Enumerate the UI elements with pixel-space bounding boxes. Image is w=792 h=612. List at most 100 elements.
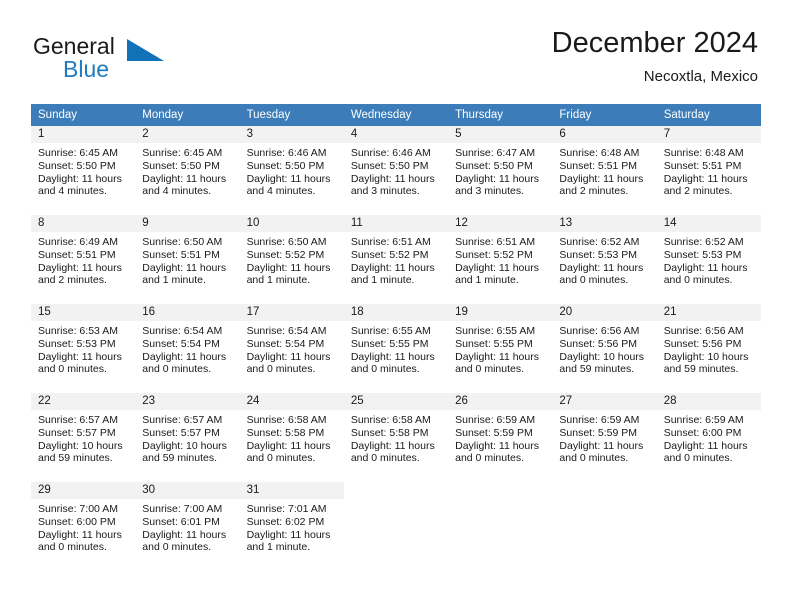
day-cell[interactable]: 13 Sunrise: 6:52 AM Sunset: 5:53 PM Dayligh… xyxy=(552,215,657,294)
day-cell[interactable]: 8 Sunrise: 6:49 AM Sunset: 5:51 PM Daylight… xyxy=(31,215,136,294)
daylight-text-line2: and 3 minutes. xyxy=(455,185,525,198)
daylight-text-line1: Daylight: 10 hours xyxy=(559,350,645,363)
day-cell[interactable]: 4 Sunrise: 6:46 AM Sunset: 5:50 PM Daylight… xyxy=(343,126,449,205)
sunset-text: Sunset: 5:55 PM xyxy=(350,337,429,350)
day-cell[interactable]: 10 Sunrise: 6:50 AM Sunset: 5:52 PM Dayligh… xyxy=(239,215,344,294)
weekday-header-saturday: Saturday xyxy=(656,104,761,126)
sunrise-text: Sunrise: 6:46 AM xyxy=(350,147,431,159)
sunrise-text: Sunrise: 6:58 AM xyxy=(246,414,327,426)
sunrise-text: Sunrise: 6:47 AM xyxy=(455,147,536,159)
day-number: 29 xyxy=(31,482,136,499)
sunset-text: Sunset: 5:57 PM xyxy=(142,426,220,439)
sunrise-text: Sunrise: 6:58 AM xyxy=(350,414,431,426)
sunrise-text: Sunrise: 7:00 AM xyxy=(142,503,223,515)
sunrise-text: Sunrise: 6:49 AM xyxy=(38,236,118,248)
sunset-text: Sunset: 5:58 PM xyxy=(350,426,429,439)
day-cell[interactable]: 9 Sunrise: 6:50 AM Sunset: 5:51 PM Daylight… xyxy=(135,215,240,294)
day-cell-empty xyxy=(656,482,761,561)
day-cell[interactable]: 14 Sunrise: 6:52 AM Sunset: 5:53 PM Dayligh… xyxy=(656,215,761,294)
daylight-text-line1: Daylight: 11 hours xyxy=(142,172,227,185)
weekday-header-sunday: Sunday xyxy=(31,104,136,126)
sunrise-text: Sunrise: 6:57 AM xyxy=(38,414,118,426)
day-number: 26 xyxy=(448,393,553,410)
day-cell[interactable]: 31 Sunrise: 7:01 AM Sunset: 6:02 PM Dayligh… xyxy=(239,482,344,561)
day-number: 12 xyxy=(448,215,553,232)
day-cell[interactable]: 22 Sunrise: 6:57 AM Sunset: 5:57 PM Dayligh… xyxy=(31,393,136,472)
day-number xyxy=(448,482,553,499)
daylight-text-line1: Daylight: 11 hours xyxy=(455,350,539,363)
day-cell[interactable]: 20 Sunrise: 6:56 AM Sunset: 5:56 PM Dayligh… xyxy=(552,304,657,383)
day-cell[interactable]: 5 Sunrise: 6:47 AM Sunset: 5:50 PM Daylight… xyxy=(448,126,553,205)
sunset-text: Sunset: 5:55 PM xyxy=(455,337,533,350)
sunrise-text: Sunrise: 6:53 AM xyxy=(38,325,118,337)
day-number: 24 xyxy=(239,393,344,410)
daylight-text-line1: Daylight: 11 hours xyxy=(663,439,748,452)
daylight-text-line1: Daylight: 11 hours xyxy=(246,172,331,185)
day-cell[interactable]: 2 Sunrise: 6:45 AM Sunset: 5:50 PM Daylight… xyxy=(135,126,240,205)
sunset-text: Sunset: 5:59 PM xyxy=(455,426,533,439)
daylight-text-line1: Daylight: 11 hours xyxy=(559,172,644,185)
day-cell[interactable]: 27 Sunrise: 6:59 AM Sunset: 5:59 PM Dayligh… xyxy=(552,393,657,472)
general-blue-logo[interactable]: General Blue xyxy=(33,33,183,85)
calendar-week-row: 22 Sunrise: 6:57 AM Sunset: 5:57 PM Dayligh… xyxy=(31,393,761,472)
daylight-text-line2: and 0 minutes. xyxy=(350,363,420,376)
daylight-text-line1: Daylight: 11 hours xyxy=(38,350,122,363)
sunset-text: Sunset: 5:53 PM xyxy=(559,248,638,261)
day-cell[interactable]: 18 Sunrise: 6:55 AM Sunset: 5:55 PM Dayligh… xyxy=(343,304,449,383)
sunset-text: Sunset: 5:50 PM xyxy=(142,159,220,172)
day-cell[interactable]: 11 Sunrise: 6:51 AM Sunset: 5:52 PM Dayligh… xyxy=(343,215,449,294)
daylight-text-line2: and 59 minutes. xyxy=(142,452,217,465)
day-cell[interactable]: 16 Sunrise: 6:54 AM Sunset: 5:54 PM Dayligh… xyxy=(135,304,240,383)
title-block: December 2024 Necoxtla, Mexico xyxy=(552,26,758,88)
day-number: 23 xyxy=(135,393,240,410)
daylight-text-line2: and 4 minutes. xyxy=(142,185,212,198)
day-cell[interactable]: 3 Sunrise: 6:46 AM Sunset: 5:50 PM Daylight… xyxy=(239,126,344,205)
sunset-text: Sunset: 5:50 PM xyxy=(246,159,325,172)
day-cell[interactable]: 19 Sunrise: 6:55 AM Sunset: 5:55 PM Dayligh… xyxy=(448,304,553,383)
daylight-text-line1: Daylight: 10 hours xyxy=(38,439,123,452)
day-cell[interactable]: 12 Sunrise: 6:51 AM Sunset: 5:52 PM Dayligh… xyxy=(448,215,553,294)
day-number: 16 xyxy=(135,304,240,321)
day-cell[interactable]: 26 Sunrise: 6:59 AM Sunset: 5:59 PM Dayligh… xyxy=(448,393,553,472)
day-number xyxy=(656,482,761,499)
sunset-text: Sunset: 5:54 PM xyxy=(246,337,325,350)
day-cell[interactable]: 28 Sunrise: 6:59 AM Sunset: 6:00 PM Dayligh… xyxy=(656,393,761,472)
day-cell[interactable]: 17 Sunrise: 6:54 AM Sunset: 5:54 PM Dayligh… xyxy=(239,304,344,383)
sunrise-text: Sunrise: 6:46 AM xyxy=(246,147,327,159)
daylight-text-line2: and 1 minute. xyxy=(246,541,311,554)
sunrise-text: Sunrise: 6:54 AM xyxy=(142,325,223,337)
sunset-text: Sunset: 5:51 PM xyxy=(142,248,220,261)
day-cell[interactable]: 21 Sunrise: 6:56 AM Sunset: 5:56 PM Dayligh… xyxy=(656,304,761,383)
day-cell[interactable]: 6 Sunrise: 6:48 AM Sunset: 5:51 PM Daylight… xyxy=(552,126,657,205)
weekday-header-wednesday: Wednesday xyxy=(343,104,449,126)
day-number: 9 xyxy=(135,215,240,232)
day-cell[interactable]: 25 Sunrise: 6:58 AM Sunset: 5:58 PM Dayligh… xyxy=(343,393,449,472)
sunset-text: Sunset: 6:00 PM xyxy=(38,515,116,528)
daylight-text-line1: Daylight: 11 hours xyxy=(350,172,435,185)
sunrise-text: Sunrise: 6:52 AM xyxy=(663,236,744,248)
daylight-text-line1: Daylight: 10 hours xyxy=(663,350,749,363)
sunrise-text: Sunrise: 6:52 AM xyxy=(559,236,640,248)
day-cell[interactable]: 24 Sunrise: 6:58 AM Sunset: 5:58 PM Dayligh… xyxy=(239,393,344,472)
sunrise-text: Sunrise: 6:56 AM xyxy=(559,325,640,337)
calendar-body: 1 Sunrise: 6:45 AM Sunset: 5:50 PM Daylight… xyxy=(31,126,761,561)
day-cell[interactable]: 1 Sunrise: 6:45 AM Sunset: 5:50 PM Daylight… xyxy=(31,126,136,205)
calendar-page: General Blue December 2024 Necoxtla, Mex… xyxy=(0,0,792,612)
sunset-text: Sunset: 5:56 PM xyxy=(559,337,638,350)
day-cell[interactable]: 15 Sunrise: 6:53 AM Sunset: 5:53 PM Dayligh… xyxy=(31,304,136,383)
daylight-text-line2: and 1 minute. xyxy=(246,274,311,287)
day-number: 14 xyxy=(656,215,761,232)
week-spacer-row xyxy=(31,382,761,393)
day-number: 25 xyxy=(343,393,449,410)
day-number: 13 xyxy=(552,215,657,232)
sunrise-text: Sunrise: 7:01 AM xyxy=(246,503,327,515)
sunset-text: Sunset: 5:56 PM xyxy=(663,337,742,350)
day-cell[interactable]: 7 Sunrise: 6:48 AM Sunset: 5:51 PM Daylight… xyxy=(656,126,761,205)
daylight-text-line2: and 1 minute. xyxy=(142,274,206,287)
day-cell[interactable]: 29 Sunrise: 7:00 AM Sunset: 6:00 PM Dayligh… xyxy=(31,482,136,561)
day-number: 28 xyxy=(656,393,761,410)
day-cell-empty xyxy=(343,482,449,561)
day-cell[interactable]: 23 Sunrise: 6:57 AM Sunset: 5:57 PM Dayligh… xyxy=(135,393,240,472)
day-cell[interactable]: 30 Sunrise: 7:00 AM Sunset: 6:01 PM Dayligh… xyxy=(135,482,240,561)
daylight-text-line2: and 2 minutes. xyxy=(559,185,629,198)
